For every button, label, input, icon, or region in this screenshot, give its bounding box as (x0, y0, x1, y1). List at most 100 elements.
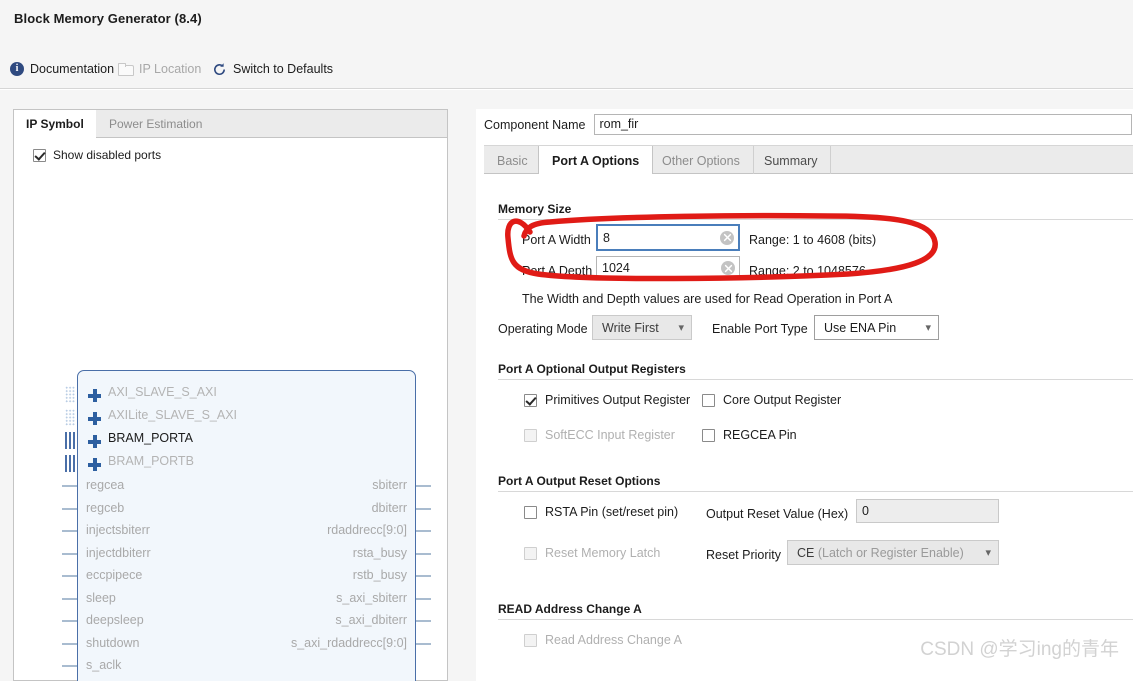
folder-icon (118, 63, 134, 76)
expand-plus-icon[interactable] (88, 389, 101, 402)
memory-size-rule (498, 219, 1133, 220)
read-address-change-row: Read Address Change A (524, 633, 682, 647)
regcea-pin-row[interactable]: REGCEA Pin (702, 428, 797, 442)
pin-stub (62, 598, 77, 600)
softecc-input-register-label: SoftECC Input Register (545, 428, 675, 442)
read-address-change-rule (498, 619, 1133, 620)
component-name-input[interactable]: rom_fir (594, 114, 1133, 135)
toolbar: i Documentation IP Location Switch to De… (0, 56, 1133, 87)
primitives-output-register-checkbox[interactable] (524, 393, 537, 407)
show-disabled-ports-checkbox[interactable] (33, 148, 46, 162)
reset-memory-latch-label: Reset Memory Latch (545, 546, 661, 560)
output-reset-value: 0 (862, 504, 869, 518)
expand-plus-icon[interactable] (88, 412, 101, 425)
reset-options-rule (498, 491, 1133, 492)
core-output-register-checkbox[interactable] (702, 393, 715, 407)
rsta-pin-label: RSTA Pin (set/reset pin) (545, 505, 679, 519)
pin-stub (62, 508, 77, 510)
pin-stub (62, 643, 77, 645)
chevron-down-icon: ▾ (985, 547, 991, 559)
tab-other-options[interactable]: Other Options (649, 146, 754, 175)
output-registers-title: Port A Optional Output Registers (498, 362, 686, 376)
output-reset-value-label: Output Reset Value (Hex) (706, 507, 849, 521)
watermark: CSDN @学习ing的青年 (920, 639, 1119, 660)
pin-stub (416, 620, 431, 622)
pin-label-rdaddrecc: rdaddrecc[9:0] (327, 523, 407, 537)
show-disabled-ports-row[interactable]: Show disabled ports (33, 148, 161, 162)
read-address-change-checkbox (524, 633, 537, 647)
pin-stub (416, 485, 431, 487)
pin-label-injectdbiterr: injectdbiterr (86, 546, 151, 560)
ip-location-button[interactable]: IP Location (118, 59, 201, 79)
pin-stub (62, 620, 77, 622)
pin-label-sbiterr: sbiterr (372, 478, 407, 492)
pin-label-s-aclk: s_aclk (86, 658, 122, 672)
tab-power-estimation[interactable]: Power Estimation (97, 110, 214, 138)
pin-label-injectsbiterr: injectsbiterr (86, 523, 150, 537)
documentation-button[interactable]: i Documentation (10, 59, 114, 79)
enable-port-type-select[interactable]: Use ENA Pin ▾ (814, 315, 939, 340)
pin-stub (416, 643, 431, 645)
bus-marker-axi-slave (65, 386, 75, 403)
read-address-change-title: READ Address Change A (498, 602, 642, 616)
bus-marker-bram-porta (65, 432, 75, 449)
tab-summary[interactable]: Summary (751, 146, 832, 175)
port-a-width-range: Range: 1 to 4608 (bits) (749, 233, 877, 247)
ip-symbol-panel: IP Symbol Power Estimation Show disabled… (13, 109, 448, 681)
bus-port-bram-porta-label: BRAM_PORTA (108, 431, 193, 445)
pin-label-s-axi-dbiterr: s_axi_dbiterr (335, 613, 407, 627)
switch-to-defaults-label: Switch to Defaults (233, 62, 334, 76)
pin-label-regceb: regceb (86, 501, 125, 515)
clear-icon[interactable] (720, 230, 734, 245)
pin-label-regcea: regcea (86, 478, 125, 492)
operating-mode-value: Write First (602, 320, 659, 335)
pin-label-dbiterr: dbiterr (371, 501, 407, 515)
chevron-down-icon: ▾ (925, 322, 931, 334)
switch-to-defaults-button[interactable]: Switch to Defaults (212, 59, 333, 79)
port-a-depth-value: 1024 (602, 261, 630, 275)
port-a-depth-input[interactable]: 1024 (596, 256, 740, 280)
rsta-pin-checkbox[interactable] (524, 505, 537, 519)
tab-port-a-options-label: Port A Options (552, 154, 640, 168)
clear-icon[interactable] (721, 261, 735, 275)
tab-ip-symbol[interactable]: IP Symbol (14, 110, 96, 139)
reset-priority-select[interactable]: CE (Latch or Register Enable) ▾ (787, 540, 999, 565)
info-icon: i (10, 62, 24, 76)
tab-basic[interactable]: Basic (484, 146, 542, 175)
pin-label-s-axi-rdaddrecc: s_axi_rdaddrecc[9:0] (290, 636, 407, 650)
tab-power-estimation-label: Power Estimation (109, 117, 203, 131)
pin-label-shutdown: shutdown (86, 636, 140, 650)
tab-basic-label: Basic (497, 153, 528, 168)
tab-ip-symbol-label: IP Symbol (26, 117, 84, 131)
toolbar-divider-highlight (0, 89, 1133, 90)
page-title: Block Memory Generator (8.4) (14, 11, 202, 26)
regcea-pin-checkbox[interactable] (702, 428, 715, 442)
output-registers-rule (498, 379, 1133, 380)
memory-size-title: Memory Size (498, 202, 572, 216)
operating-mode-select[interactable]: Write First ▾ (592, 315, 692, 340)
primitives-output-register-row[interactable]: Primitives Output Register (524, 393, 690, 407)
tab-port-a-options[interactable]: Port A Options (538, 146, 654, 176)
pin-stub (62, 665, 77, 667)
core-output-register-row[interactable]: Core Output Register (702, 393, 841, 407)
application-window: Block Memory Generator (8.4) i Documenta… (0, 0, 1133, 681)
tab-summary-label: Summary (764, 153, 818, 168)
expand-plus-icon[interactable] (88, 435, 101, 448)
bus-marker-bram-portb (65, 455, 75, 472)
core-output-register-label: Core Output Register (723, 393, 842, 407)
reset-memory-latch-checkbox (524, 546, 537, 560)
port-a-width-input[interactable]: 8 (596, 224, 740, 251)
pin-label-rstb-busy: rstb_busy (352, 568, 407, 582)
primitives-output-register-label: Primitives Output Register (545, 393, 691, 407)
memory-size-note: The Width and Depth values are used for … (522, 292, 893, 306)
softecc-input-register-checkbox (524, 428, 537, 442)
pin-stub (62, 553, 77, 555)
output-reset-value-input[interactable]: 0 (856, 499, 999, 523)
reset-options-title: Port A Output Reset Options (498, 474, 661, 488)
documentation-label: Documentation (30, 62, 115, 76)
expand-plus-icon[interactable] (88, 458, 101, 471)
rsta-pin-row[interactable]: RSTA Pin (set/reset pin) (524, 505, 678, 519)
ip-symbol-diagram: AXI_SLAVE_S_AXI AXILite_SLAVE_S_AXI BRAM… (62, 370, 431, 681)
config-tabbar: Basic Port A Options Other Options Summa… (484, 145, 1133, 176)
pin-label-deepsleep: deepsleep (86, 613, 144, 627)
